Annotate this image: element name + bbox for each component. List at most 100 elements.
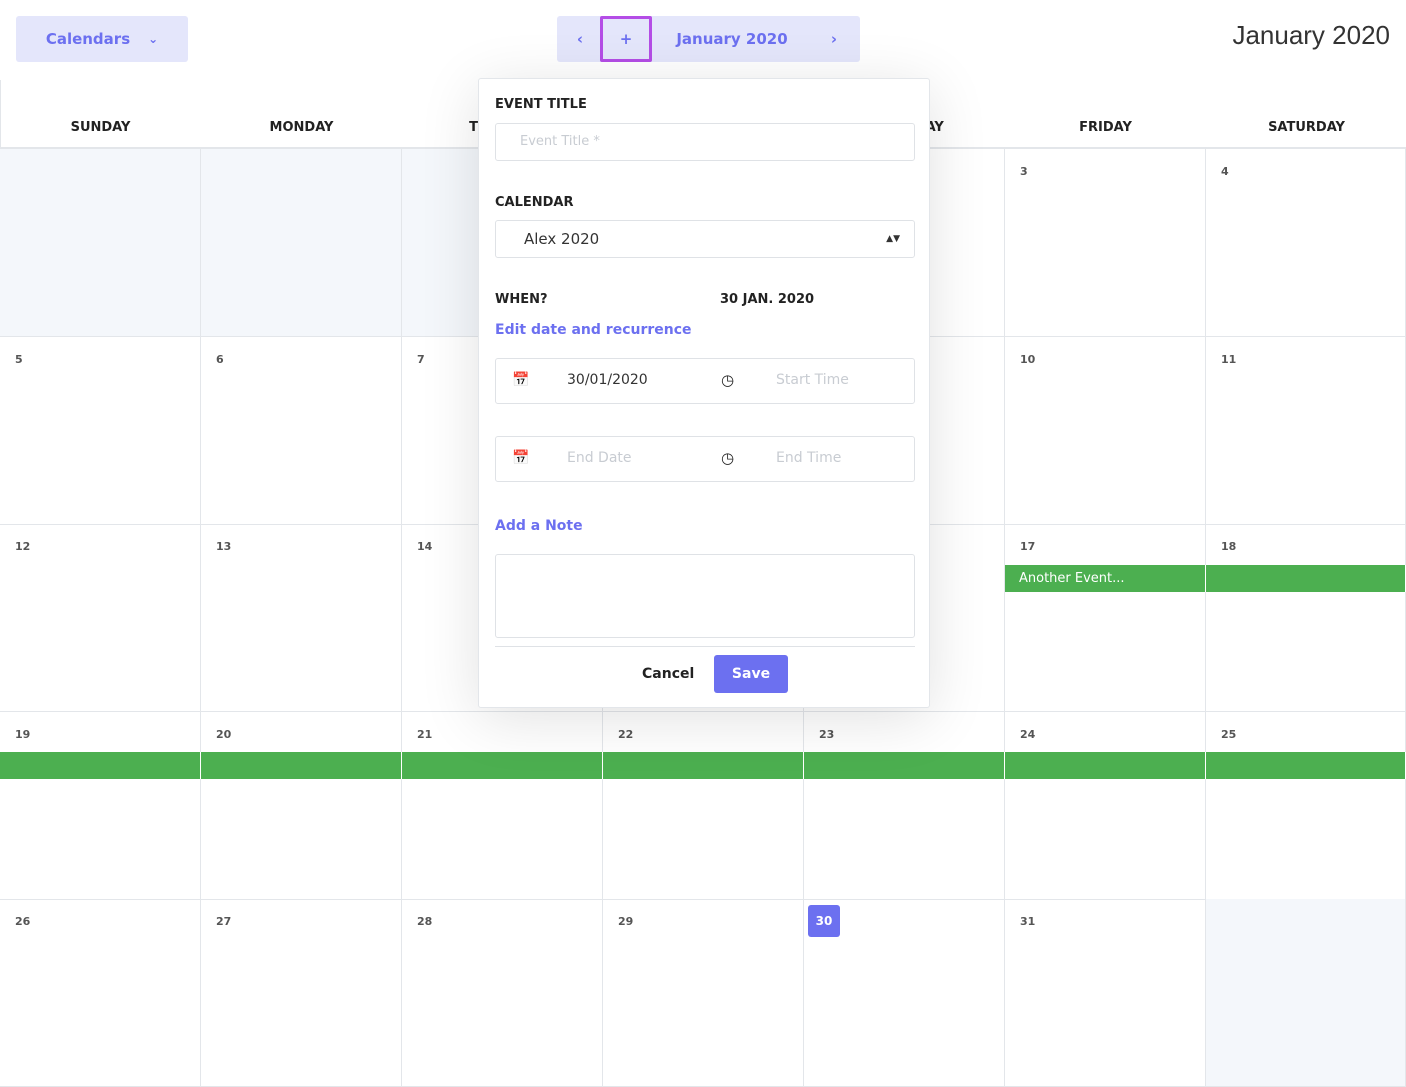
day-number: 30: [808, 905, 840, 937]
event-bar[interactable]: [603, 752, 804, 779]
day-number: 26: [15, 915, 31, 928]
event-bar[interactable]: [201, 752, 402, 779]
day-number: 7: [417, 352, 425, 366]
start-date-input[interactable]: 30/01/2020: [567, 372, 648, 388]
new-event-modal: EVENT TITLE Event Title * CALENDAR Alex …: [478, 78, 930, 708]
weekday-header: MONDAY: [269, 120, 334, 135]
month-label[interactable]: January 2020: [662, 16, 802, 62]
save-button[interactable]: Save: [714, 655, 788, 693]
chevron-down-icon: ⌄: [148, 32, 159, 46]
event-title-input[interactable]: Event Title *: [495, 123, 915, 161]
day-cell[interactable]: 3: [1005, 149, 1206, 337]
event-bar[interactable]: [1005, 752, 1206, 779]
day-number: 20: [216, 727, 232, 741]
placeholder: Event Title *: [520, 134, 600, 149]
day-number: 12: [15, 540, 31, 553]
day-cell[interactable]: [0, 149, 201, 337]
day-cell[interactable]: 21: [402, 711, 603, 900]
day-cell[interactable]: 6: [201, 336, 402, 525]
day-number: 13: [216, 540, 232, 553]
event-bar[interactable]: [402, 752, 603, 779]
calendar-value: Alex 2020: [524, 230, 600, 248]
day-cell[interactable]: 24: [1005, 711, 1206, 900]
day-cell[interactable]: 31: [1005, 899, 1206, 1087]
day-number: 5: [15, 352, 23, 366]
day-cell[interactable]: 25: [1206, 711, 1406, 900]
day-number: 25: [1221, 727, 1237, 741]
calendar-select[interactable]: Alex 2020 ▲▼: [495, 220, 915, 258]
day-number: 24: [1020, 727, 1036, 741]
day-number: 23: [819, 727, 835, 741]
page-title: January 2020: [1232, 20, 1390, 50]
day-cell[interactable]: 10: [1005, 336, 1206, 525]
day-number: 14: [417, 540, 433, 553]
day-cell[interactable]: 26: [0, 899, 201, 1087]
day-cell[interactable]: 28: [402, 899, 603, 1087]
day-number: 29: [618, 915, 634, 928]
note-textarea[interactable]: [495, 554, 915, 638]
calendars-dropdown[interactable]: Calendars ⌄: [16, 16, 188, 62]
cancel-button[interactable]: Cancel: [642, 666, 694, 682]
day-cell[interactable]: 5: [0, 336, 201, 525]
when-label: WHEN?: [495, 292, 548, 307]
day-cell[interactable]: 30: [804, 899, 1005, 1087]
day-number: 19: [15, 727, 31, 741]
add-event-button[interactable]: +: [600, 16, 652, 62]
calendar-icon: 📅: [512, 450, 530, 466]
day-number: 11: [1221, 352, 1237, 366]
clock-icon: ◷: [721, 371, 735, 389]
day-cell[interactable]: [1206, 899, 1406, 1087]
day-cell[interactable]: 19: [0, 711, 201, 900]
event-bar[interactable]: Another Event...: [1005, 565, 1206, 592]
end-date-input[interactable]: End Date: [567, 450, 632, 466]
day-cell[interactable]: [201, 149, 402, 337]
day-cell[interactable]: 20: [201, 711, 402, 900]
weekday-header: FRIDAY: [1079, 120, 1132, 135]
day-cell[interactable]: 12: [0, 524, 201, 712]
edit-date-link[interactable]: Edit date and recurrence: [495, 322, 692, 338]
day-number: 31: [1020, 915, 1036, 928]
select-arrows-icon: ▲▼: [886, 234, 900, 244]
when-date: 30 JAN. 2020: [720, 292, 815, 307]
weekday-header: SUNDAY: [70, 120, 131, 135]
divider: [0, 80, 1, 148]
day-cell[interactable]: 27: [201, 899, 402, 1087]
start-time-input[interactable]: Start Time: [776, 372, 849, 388]
event-bar-continuation[interactable]: [1206, 565, 1406, 592]
day-number: 22: [618, 727, 634, 741]
day-number: 4: [1221, 165, 1229, 178]
day-number: 21: [417, 727, 433, 741]
calendar-icon: 📅: [512, 372, 530, 388]
add-note-link[interactable]: Add a Note: [495, 518, 583, 534]
end-time-input[interactable]: End Time: [776, 450, 841, 466]
day-number: 6: [216, 352, 224, 366]
day-cell[interactable]: 17: [1005, 524, 1206, 712]
clock-icon: ◷: [721, 449, 735, 467]
day-number: 28: [417, 915, 433, 928]
day-number: 17: [1020, 540, 1036, 553]
end-row: 📅 End Date ◷ End Time: [495, 436, 915, 482]
event-bar[interactable]: [804, 752, 1005, 779]
day-number: 27: [216, 915, 232, 928]
divider: [495, 646, 915, 647]
day-cell[interactable]: 18: [1206, 524, 1406, 712]
event-bar[interactable]: [0, 752, 201, 779]
event-bar[interactable]: [1206, 752, 1406, 779]
start-row: 📅 30/01/2020 ◷ Start Time: [495, 358, 915, 404]
day-cell[interactable]: 23: [804, 711, 1005, 900]
chevron-right-icon[interactable]: ›: [819, 16, 849, 62]
day-number: 3: [1020, 165, 1028, 178]
month-nav: ‹ + January 2020 ›: [557, 16, 860, 62]
day-cell[interactable]: 11: [1206, 336, 1406, 525]
chevron-left-icon[interactable]: ‹: [565, 16, 595, 62]
day-cell[interactable]: 4: [1206, 149, 1406, 337]
calendars-label: Calendars: [45, 30, 131, 48]
day-number: 10: [1020, 352, 1036, 366]
calendar-label: CALENDAR: [495, 195, 574, 210]
weekday-header: SATURDAY: [1268, 120, 1345, 135]
event-title-label: EVENT TITLE: [495, 97, 587, 112]
day-cell[interactable]: 22: [603, 711, 804, 900]
day-cell[interactable]: 29: [603, 899, 804, 1087]
day-number: 18: [1221, 540, 1237, 553]
day-cell[interactable]: 13: [201, 524, 402, 712]
